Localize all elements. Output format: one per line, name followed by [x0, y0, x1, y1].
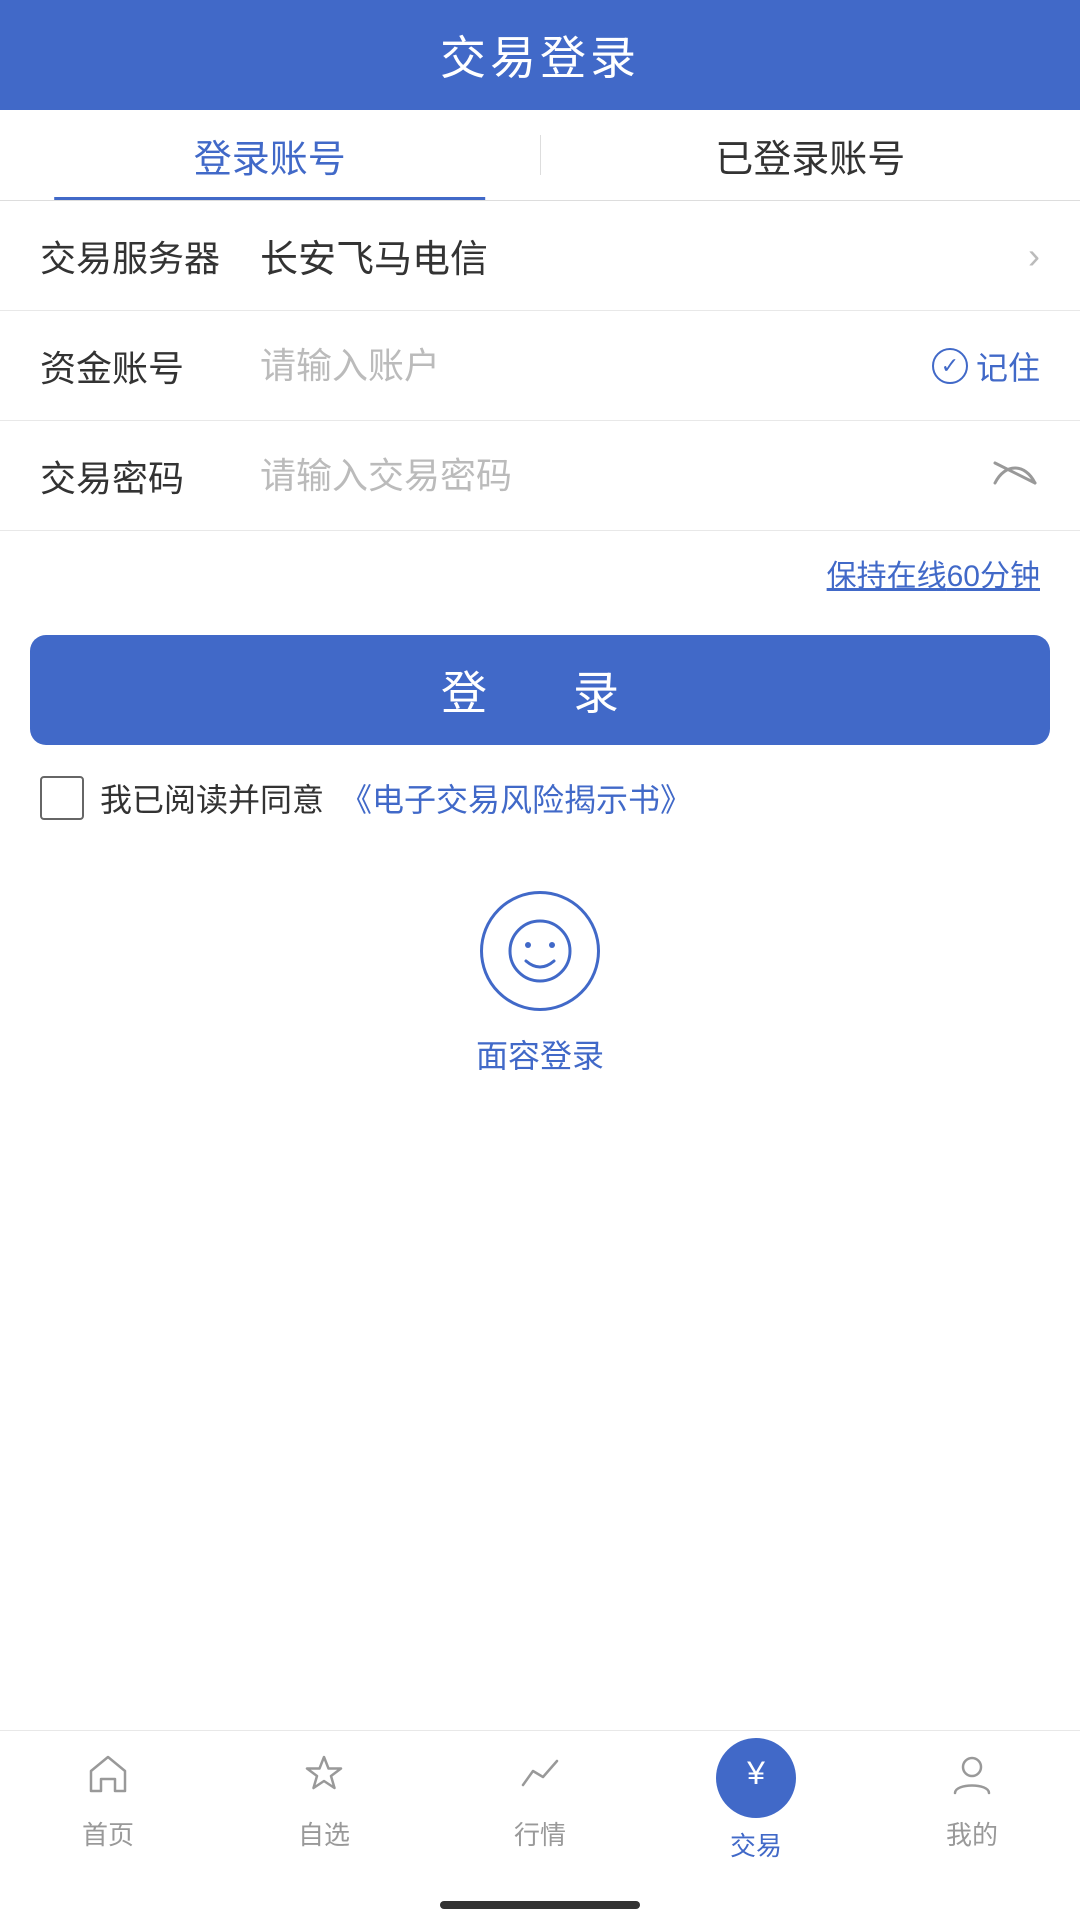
nav-item-market[interactable]: 行情 [432, 1749, 648, 1852]
trade-icon: ¥ [734, 1752, 778, 1804]
tab-bar: 登录账号 已登录账号 [0, 110, 1080, 201]
nav-label-favorites: 自选 [298, 1815, 350, 1852]
password-input[interactable] [240, 455, 990, 497]
nav-label-market: 行情 [514, 1815, 566, 1852]
server-value: 长安飞马电信 [240, 228, 1028, 283]
server-row[interactable]: 交易服务器 长安飞马电信 › [0, 201, 1080, 311]
agreement-prefix: 我已阅读并同意 [100, 775, 324, 821]
svg-text:¥: ¥ [746, 1755, 765, 1791]
account-input[interactable] [240, 345, 932, 387]
form-area: 交易服务器 长安飞马电信 › 资金账号 记住 交易密码 保持在线60分钟 登 录… [0, 201, 1080, 1730]
keep-online-link[interactable]: 60分钟 [947, 560, 1040, 593]
tab-logged-in[interactable]: 已登录账号 [541, 110, 1080, 200]
agreement-row: 我已阅读并同意 《电子交易风险揭示书》 [0, 775, 1080, 821]
password-label: 交易密码 [40, 450, 240, 502]
bottom-nav: 首页 自选 行情 ¥ 交易 [0, 1730, 1080, 1890]
remember-section[interactable]: 记住 [932, 343, 1040, 389]
tab-login[interactable]: 登录账号 [0, 110, 540, 200]
nav-label-home: 首页 [82, 1815, 134, 1852]
keep-online-prefix: 保持在线 [827, 560, 947, 593]
agreement-checkbox[interactable] [40, 776, 84, 820]
keep-online-row: 保持在线60分钟 [0, 531, 1080, 605]
face-login-area: 面容登录 [0, 851, 1080, 1117]
agreement-link[interactable]: 《电子交易风险揭示书》 [340, 775, 692, 821]
nav-item-mine[interactable]: 我的 [864, 1749, 1080, 1852]
nav-item-home[interactable]: 首页 [0, 1749, 216, 1852]
home-indicator [440, 1901, 640, 1909]
header-title: 交易登录 [440, 22, 640, 88]
face-login-label: 面容登录 [476, 1031, 604, 1077]
remember-checkbox[interactable] [932, 348, 968, 384]
nav-label-trade: 交易 [730, 1826, 782, 1863]
login-btn-wrapper: 登 录 [0, 605, 1080, 775]
nav-item-favorites[interactable]: 自选 [216, 1749, 432, 1852]
home-icon [83, 1749, 133, 1807]
account-row: 资金账号 记住 [0, 311, 1080, 421]
remember-label: 记住 [976, 343, 1040, 389]
chevron-right-icon: › [1028, 235, 1040, 277]
eye-icon[interactable] [990, 453, 1040, 498]
header: 交易登录 [0, 0, 1080, 110]
account-label: 资金账号 [40, 340, 240, 392]
server-label: 交易服务器 [40, 230, 240, 282]
face-login-button[interactable] [480, 891, 600, 1011]
person-icon [947, 1749, 997, 1807]
chart-icon [515, 1749, 565, 1807]
star-icon [299, 1749, 349, 1807]
nav-label-mine: 我的 [946, 1815, 998, 1852]
password-row: 交易密码 [0, 421, 1080, 531]
trade-active-bg: ¥ [716, 1738, 796, 1818]
home-bar [0, 1890, 1080, 1920]
login-button[interactable]: 登 录 [30, 635, 1050, 745]
nav-item-trade[interactable]: ¥ 交易 [648, 1738, 864, 1863]
